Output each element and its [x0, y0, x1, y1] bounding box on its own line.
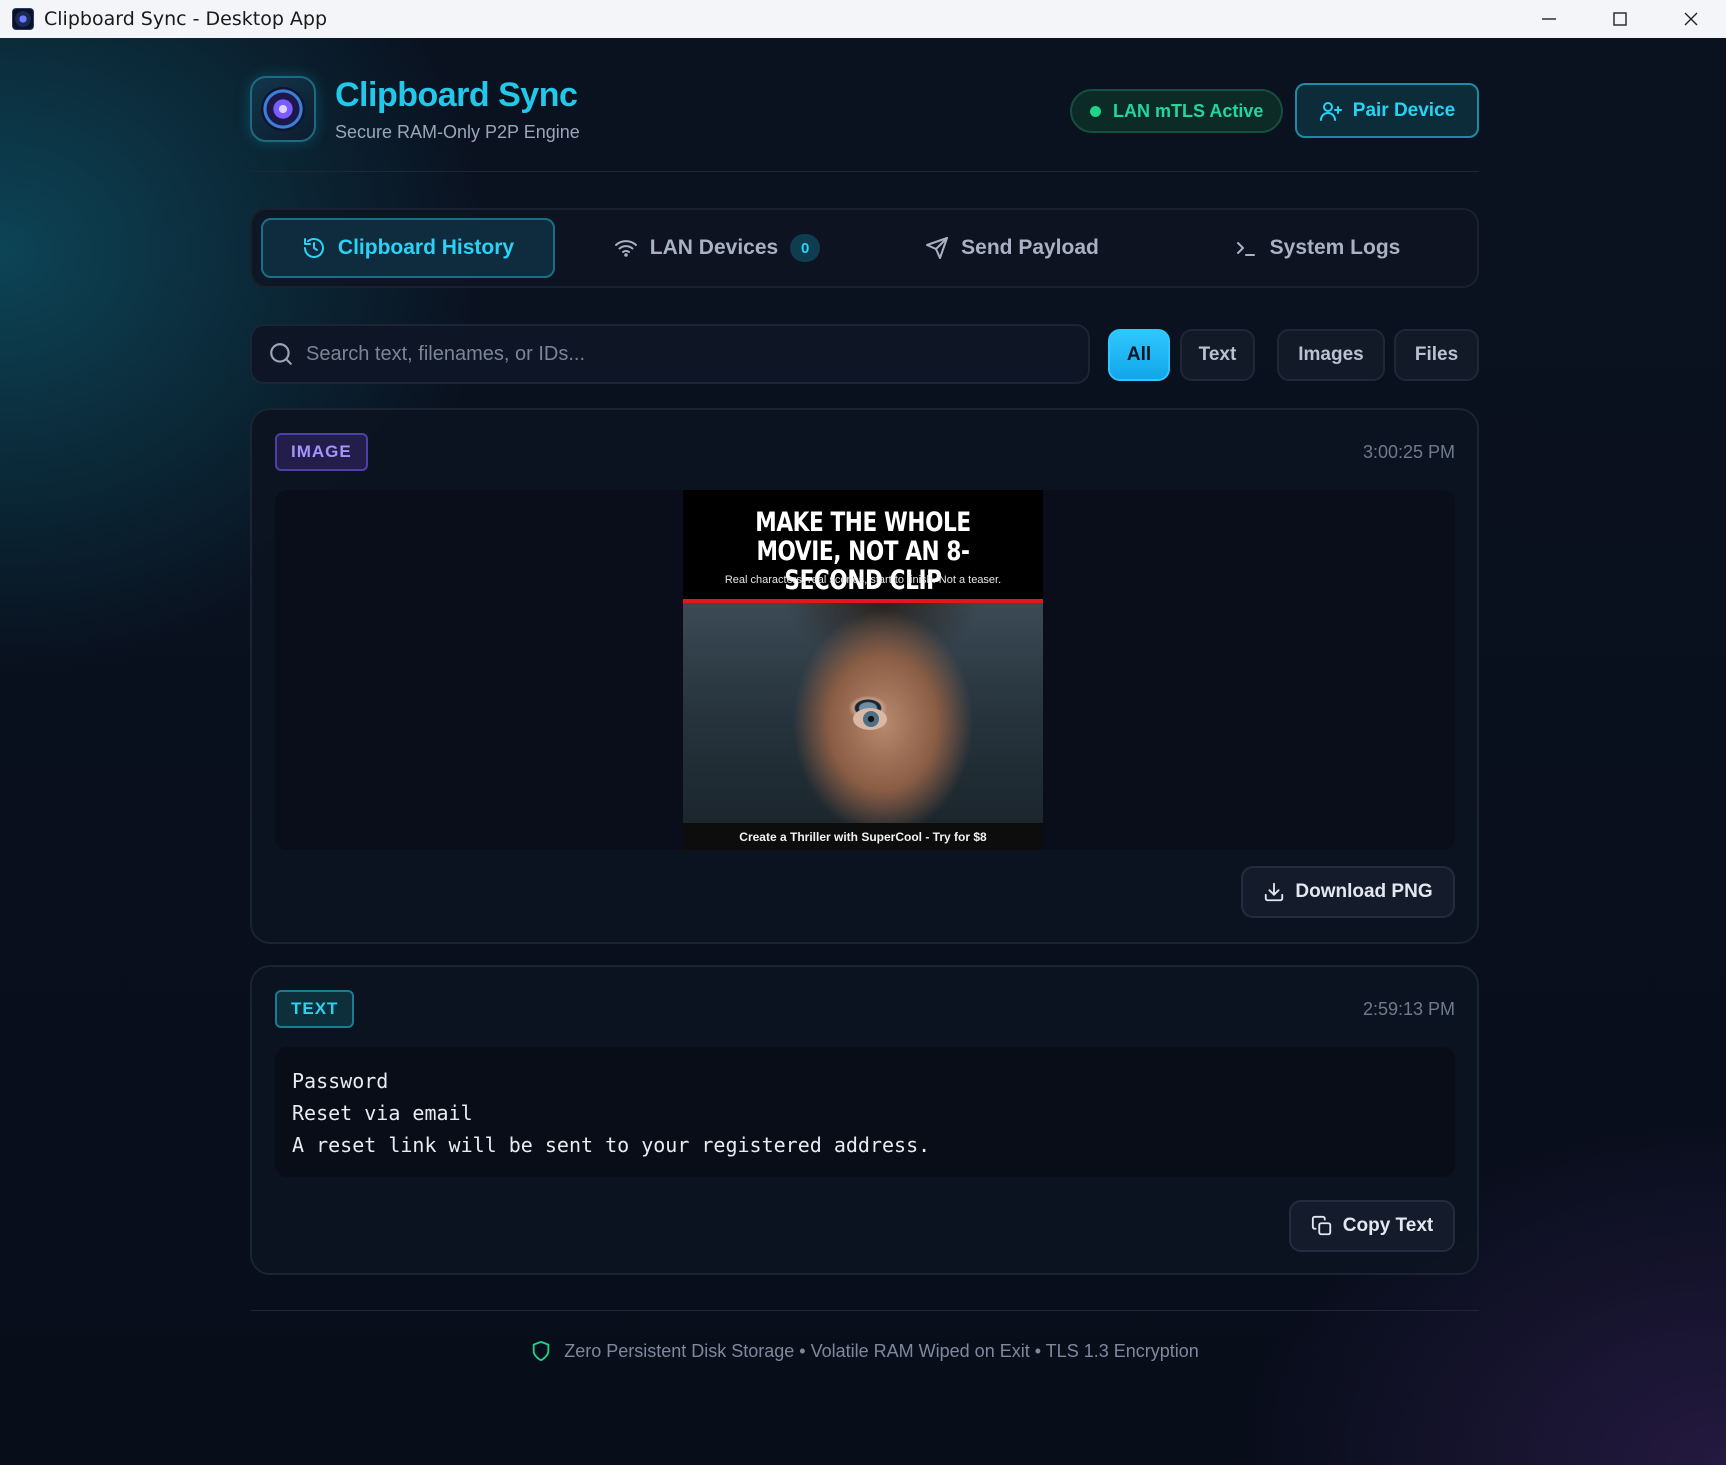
text-line: A reset link will be sent to your regist…	[292, 1133, 931, 1157]
tab-clipboard-history[interactable]: Clipboard History	[261, 218, 555, 278]
send-icon	[926, 237, 949, 259]
user-plus-icon	[1319, 101, 1342, 121]
tab-label: LAN Devices	[649, 236, 779, 259]
window-controls	[1513, 0, 1726, 38]
download-png-button[interactable]: Download PNG	[1241, 866, 1455, 918]
item-type-badge: IMAGE	[275, 433, 368, 471]
preview-iris	[863, 711, 879, 727]
app-logo-icon	[261, 87, 305, 131]
preview-subline: Real characters, real scenes, start to f…	[724, 574, 1002, 586]
window-title: Clipboard Sync - Desktop App	[44, 8, 328, 30]
minimize-button[interactable]	[1513, 0, 1584, 38]
history-icon	[303, 238, 324, 258]
search-bar	[250, 324, 1090, 384]
text-line: Password	[292, 1069, 389, 1093]
search-input[interactable]	[306, 326, 1088, 382]
image-preview-area: MAKE THE WHOLE MOVIE, NOT AN 8-SECOND CL…	[275, 490, 1455, 850]
status-dot-icon	[1090, 105, 1101, 117]
download-icon	[1265, 882, 1284, 902]
app-subtitle: Secure RAM-Only P2P Engine	[335, 122, 580, 142]
maximize-icon	[1612, 12, 1627, 26]
maximize-button[interactable]	[1584, 0, 1655, 38]
filter-text-button[interactable]: Text	[1180, 329, 1255, 381]
window-title-bar: Clipboard Sync - Desktop App	[0, 0, 1726, 38]
pair-device-button[interactable]: Pair Device	[1295, 83, 1479, 138]
shield-icon	[532, 1340, 550, 1362]
tab-label: Clipboard History	[337, 236, 515, 259]
filter-files-button[interactable]: Files	[1394, 329, 1479, 381]
connection-status-badge: LAN mTLS Active	[1070, 89, 1284, 133]
download-label: Download PNG	[1295, 881, 1433, 902]
close-window-button[interactable]	[1655, 0, 1726, 38]
text-line: Reset via email	[292, 1101, 473, 1125]
minimize-icon	[1541, 18, 1556, 20]
app-window-icon	[12, 8, 34, 30]
device-count-badge: 0	[790, 234, 821, 262]
item-type-badge: TEXT	[275, 990, 355, 1028]
preview-face-photo	[683, 603, 1043, 823]
preview-footer: Create a Thriller with SuperCool - Try f…	[683, 823, 1043, 850]
header-divider	[250, 171, 1479, 172]
tab-send-payload[interactable]: Send Payload	[872, 218, 1152, 278]
connection-status-label: LAN mTLS Active	[1113, 100, 1264, 121]
filter-all-button[interactable]: All	[1108, 329, 1170, 381]
item-timestamp: 2:59:13 PM	[1362, 999, 1455, 1019]
copy-text-button[interactable]: Copy Text	[1289, 1200, 1455, 1252]
app-title: Clipboard Sync	[335, 76, 578, 114]
pair-device-label: Pair Device	[1352, 99, 1456, 121]
clipboard-item-text: TEXT 2:59:13 PM Password Reset via email…	[250, 965, 1479, 1275]
copy-icon	[1311, 1215, 1331, 1236]
wifi-icon	[614, 240, 637, 257]
text-content-block[interactable]: Password Reset via email A reset link wi…	[275, 1047, 1455, 1177]
copy-label: Copy Text	[1342, 1215, 1434, 1236]
footer-text: Zero Persistent Disk Storage • Volatile …	[564, 1340, 1199, 1361]
tab-lan-devices[interactable]: LAN Devices 0	[592, 218, 842, 278]
clipboard-item-image: IMAGE 3:00:25 PM MAKE THE WHOLE MOVIE, N…	[250, 408, 1479, 944]
footer-security-note: Zero Persistent Disk Storage • Volatile …	[250, 1340, 1479, 1362]
tab-system-logs[interactable]: System Logs	[1187, 218, 1447, 278]
filter-images-button[interactable]: Images	[1277, 329, 1385, 381]
tab-bar: Clipboard History LAN Devices 0 Send Pay…	[250, 208, 1479, 288]
app-root: Clipboard Sync Secure RAM-Only P2P Engin…	[0, 38, 1726, 1465]
clipboard-image-preview[interactable]: MAKE THE WHOLE MOVIE, NOT AN 8-SECOND CL…	[683, 490, 1043, 850]
tab-label: System Logs	[1269, 236, 1401, 259]
app-logo	[250, 76, 316, 142]
search-icon	[270, 343, 292, 365]
tab-label: Send Payload	[961, 236, 1099, 259]
close-icon	[1684, 12, 1697, 26]
terminal-icon	[1236, 242, 1255, 256]
item-timestamp: 3:00:25 PM	[1362, 442, 1455, 462]
footer-divider	[250, 1310, 1479, 1311]
